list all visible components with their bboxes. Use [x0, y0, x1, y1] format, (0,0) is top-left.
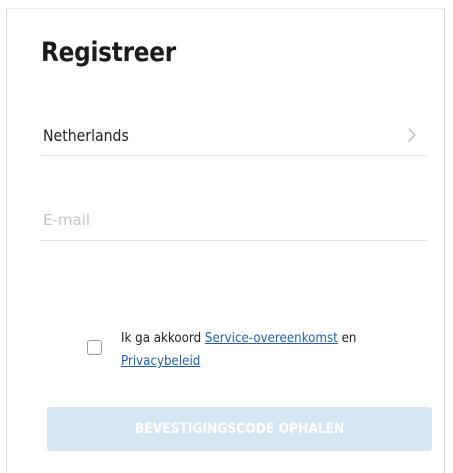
agreement-text-before: Ik ga akkoord: [121, 330, 205, 346]
get-verification-code-button[interactable]: BEVESTIGINGSCODE OPHALEN: [47, 407, 432, 451]
country-selector[interactable]: Netherlands: [41, 116, 427, 156]
agreement-text: Ik ga akkoord Service-overeenkomst en Pri…: [121, 327, 385, 373]
page-title: Registreer: [41, 37, 176, 68]
email-field[interactable]: [41, 201, 427, 239]
get-verification-code-label: BEVESTIGINGSCODE OPHALEN: [134, 421, 345, 437]
service-agreement-link[interactable]: Service-overeenkomst: [205, 330, 338, 346]
agreement-block: Ik ga akkoord Service-overeenkomst en Pri…: [85, 327, 405, 375]
chevron-right-icon: [408, 128, 416, 142]
agreement-checkbox[interactable]: [87, 340, 102, 355]
agreement-text-between: en: [337, 330, 357, 346]
privacy-policy-link[interactable]: Privacybeleid: [121, 353, 200, 369]
email-field-row: [41, 201, 427, 241]
country-value: Netherlands: [43, 126, 129, 145]
register-panel: Registreer Netherlands Ik ga akkoord Ser…: [6, 8, 445, 473]
